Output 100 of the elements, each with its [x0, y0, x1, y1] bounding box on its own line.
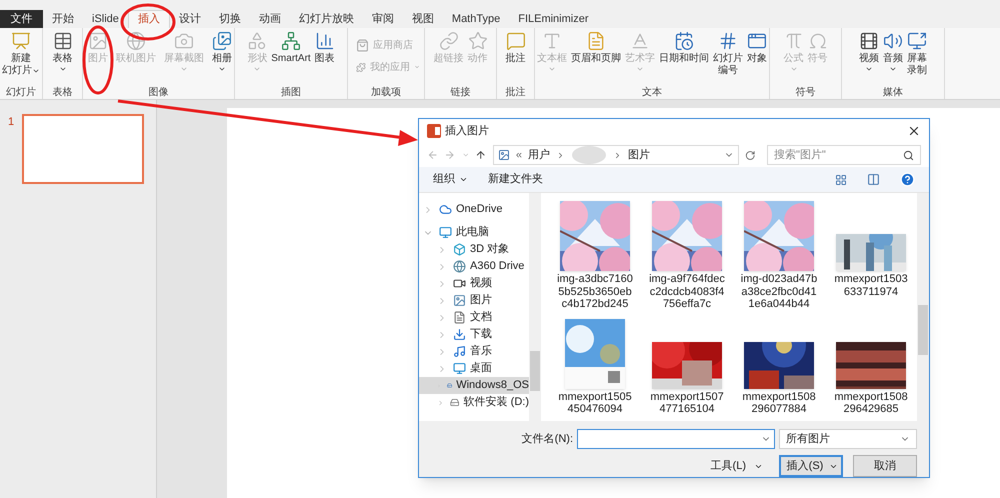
star-icon	[468, 31, 488, 51]
ribbon-button[interactable]: 屏幕 录制	[905, 28, 929, 77]
pi-icon	[784, 31, 804, 51]
shopping-bag-icon	[356, 38, 369, 52]
help-icon[interactable]	[900, 172, 915, 187]
ribbon-tab[interactable]: FILEminimizer	[509, 10, 598, 28]
group-label: 幻灯片	[5, 86, 37, 99]
ribbon-button[interactable]: SmartArt	[269, 28, 313, 65]
tree-item[interactable]: 图片	[419, 292, 529, 309]
tree-item[interactable]: 此电脑	[419, 224, 529, 241]
file-name[interactable]: img-a9f764fdecc2dcdcb4083f4756effa7c	[648, 273, 726, 310]
address-bar[interactable]: « 用户 图片	[492, 145, 739, 165]
tree-item[interactable]: OneDrive	[419, 201, 529, 218]
ribbon-tab[interactable]: 审阅	[362, 10, 403, 28]
organize-menu[interactable]: 组织	[433, 171, 468, 188]
globe-icon	[126, 31, 146, 51]
video-icon	[453, 277, 466, 290]
tools-menu[interactable]: 工具(L)	[710, 458, 763, 474]
up-arrow-icon[interactable]	[475, 149, 487, 161]
puzzle-icon	[356, 60, 366, 74]
ribbon-tab[interactable]: 开始	[43, 10, 83, 28]
ribbon-button[interactable]: 幻灯片 编号	[711, 28, 745, 77]
annotation-ellipse	[82, 26, 114, 94]
forward-arrow-icon[interactable]	[444, 149, 456, 161]
tree-item[interactable]: 下载	[419, 326, 529, 343]
ribbon-tab[interactable]: 视图	[402, 10, 443, 28]
group-label: 符号	[794, 86, 816, 99]
breadcrumb-item[interactable]: 图片	[628, 146, 650, 164]
file-name[interactable]: img-d023ad47ba38ce2fbc0d411e6a044b44	[740, 273, 818, 310]
image-icon	[498, 149, 510, 161]
ribbon-tab[interactable]: 切换	[210, 10, 250, 28]
tree-item[interactable]: 3D 对象	[419, 241, 529, 258]
ribbon-button[interactable]: 新建 幻灯片	[0, 28, 42, 77]
group-label: 文本	[641, 86, 663, 99]
file-name[interactable]: mmexport1508296077884	[740, 390, 818, 416]
refresh-icon[interactable]	[744, 150, 755, 160]
comment-icon	[506, 31, 526, 51]
ribbon-tab[interactable]: 插入	[128, 10, 170, 28]
ribbon-button[interactable]: 日期和时间	[657, 28, 711, 65]
scrollbar[interactable]	[529, 193, 541, 421]
ribbon-button[interactable]: 对象	[745, 28, 769, 65]
tree-item[interactable]: 音乐	[419, 343, 529, 360]
history-caret-icon[interactable]	[462, 151, 470, 159]
cancel-button[interactable]: 取消	[853, 455, 917, 477]
download-icon	[453, 328, 466, 341]
tree-item[interactable]: 桌面	[419, 360, 529, 377]
ribbon-tab[interactable]: 设计	[170, 10, 210, 28]
file-name[interactable]: img-a3dbc71605b525b3650ebc4b172bd245	[556, 273, 634, 310]
breadcrumb-item[interactable]: 用户	[528, 146, 550, 164]
group-label: 批注	[504, 86, 526, 99]
ribbon-button[interactable]: 图表	[312, 28, 337, 65]
cloud-icon	[439, 203, 452, 216]
ribbon-tab[interactable]: MathType	[442, 10, 510, 28]
dialog-title: 插入图片	[445, 124, 489, 139]
speaker-icon	[883, 31, 903, 51]
slide-thumbnail[interactable]	[22, 114, 144, 184]
file-name[interactable]: mmexport1507477165104	[648, 390, 726, 416]
image-icon	[88, 31, 108, 51]
new-folder-button[interactable]: 新建文件夹	[488, 171, 543, 188]
calendar-clock-icon	[674, 31, 694, 51]
filename-label: 文件名(N):	[522, 432, 573, 447]
scrollbar[interactable]	[917, 193, 929, 421]
file-name[interactable]: mmexport1503633711974	[832, 273, 910, 298]
monitor-icon	[439, 226, 452, 239]
ribbon-button[interactable]: 视频	[857, 28, 881, 73]
tree-item[interactable]: A360 Drive	[419, 258, 529, 275]
overflow-chevrons[interactable]: «	[516, 146, 522, 164]
file-name[interactable]: mmexport1508296429685	[832, 390, 910, 416]
omega-icon	[808, 31, 828, 51]
close-icon[interactable]	[907, 124, 921, 138]
tree-item[interactable]: 软件安装 (D:)	[419, 394, 529, 411]
file-type-dropdown[interactable]: 所有图片	[779, 429, 917, 449]
ribbon-tab[interactable]: 动画	[250, 10, 290, 28]
desktop-icon	[453, 362, 466, 375]
ribbon-tab[interactable]: iSlide	[83, 10, 128, 28]
ribbon-button[interactable]: 相册	[210, 28, 234, 73]
group-label: 图像	[148, 86, 170, 99]
tree-item[interactable]: Windows8_OS	[419, 377, 529, 394]
file-tab[interactable]: 文件	[0, 10, 43, 28]
ribbon-button[interactable]: 页眉和页脚	[569, 28, 623, 65]
drive-icon	[453, 260, 466, 273]
music-icon	[453, 345, 466, 358]
tree-item[interactable]: 文档	[419, 309, 529, 326]
ribbon-tab[interactable]: 幻灯片放映	[290, 10, 363, 28]
ribbon-button[interactable]: 表格	[50, 28, 74, 73]
file-name[interactable]: mmexport1505450476094	[556, 390, 634, 416]
blurred-region	[570, 146, 607, 164]
search-field[interactable]: 搜索"图片"	[767, 145, 921, 165]
insert-button[interactable]: 插入(S)	[779, 455, 843, 477]
camera-icon	[174, 31, 194, 51]
search-icon[interactable]	[903, 150, 914, 160]
tree-item[interactable]: 视频	[419, 275, 529, 292]
ribbon-button[interactable]: 批注	[504, 28, 528, 65]
preview-pane-icon[interactable]	[867, 173, 880, 186]
search-input[interactable]: 搜索"图片"	[774, 146, 903, 164]
powerpoint-icon	[427, 124, 441, 138]
filename-field[interactable]	[577, 429, 775, 449]
view-options-icon[interactable]	[835, 174, 847, 186]
ribbon-button[interactable]: 音频	[881, 28, 905, 73]
back-arrow-icon[interactable]	[427, 149, 438, 161]
